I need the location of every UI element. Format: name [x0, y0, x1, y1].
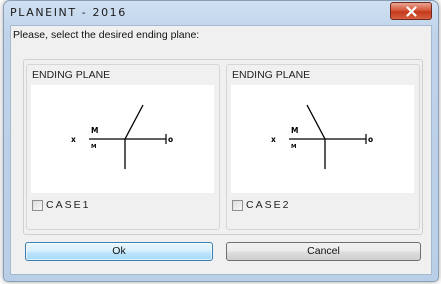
- case2-inclined-line: [306, 104, 326, 140]
- case2-panel-title: ENDING PLANE: [232, 69, 311, 81]
- dialog-client-area: Please, select the desired ending plane:…: [10, 25, 432, 275]
- case1-inclined-line: [124, 104, 144, 140]
- case1-label-o: o: [168, 135, 173, 144]
- case1-checkbox[interactable]: [32, 200, 43, 211]
- instruction-text: Please, select the desired ending plane:: [13, 29, 200, 41]
- window-title: PLANEINT - 2016: [10, 6, 127, 19]
- ok-button[interactable]: Ok: [25, 242, 213, 261]
- case1-label-m-bottom: M: [91, 144, 96, 150]
- close-button[interactable]: [390, 2, 432, 20]
- case2-label-m-top: M: [291, 126, 298, 135]
- case2-diagram: x M M o: [231, 85, 414, 193]
- case1-label-m-top: M: [91, 126, 98, 135]
- case1-panel: ENDING PLANE x M M o CASE1: [26, 64, 220, 230]
- case2-label-o: o: [368, 135, 373, 144]
- title-bar[interactable]: PLANEINT - 2016: [4, 1, 438, 25]
- case2-label-x: x: [271, 135, 276, 144]
- case2-panel: ENDING PLANE x M M o CASE2: [226, 64, 420, 230]
- case1-label-x: x: [71, 135, 76, 144]
- case2-checkbox-label[interactable]: CASE2: [246, 199, 290, 211]
- case1-diagram-drawing: x M M o: [71, 104, 173, 169]
- case1-diagram: x M M o: [31, 85, 214, 193]
- cancel-button[interactable]: Cancel: [226, 242, 421, 261]
- case1-panel-title: ENDING PLANE: [32, 69, 111, 81]
- case1-checkbox-label[interactable]: CASE1: [46, 199, 90, 211]
- case2-checkbox[interactable]: [232, 200, 243, 211]
- dialog-window: PLANEINT - 2016 Please, select the desir…: [3, 0, 439, 282]
- case2-diagram-drawing: x M M o: [271, 104, 373, 169]
- close-icon: [406, 6, 417, 17]
- options-group: ENDING PLANE x M M o CASE1 ENDING PLANE …: [23, 59, 423, 235]
- case2-label-m-bottom: M: [291, 144, 296, 150]
